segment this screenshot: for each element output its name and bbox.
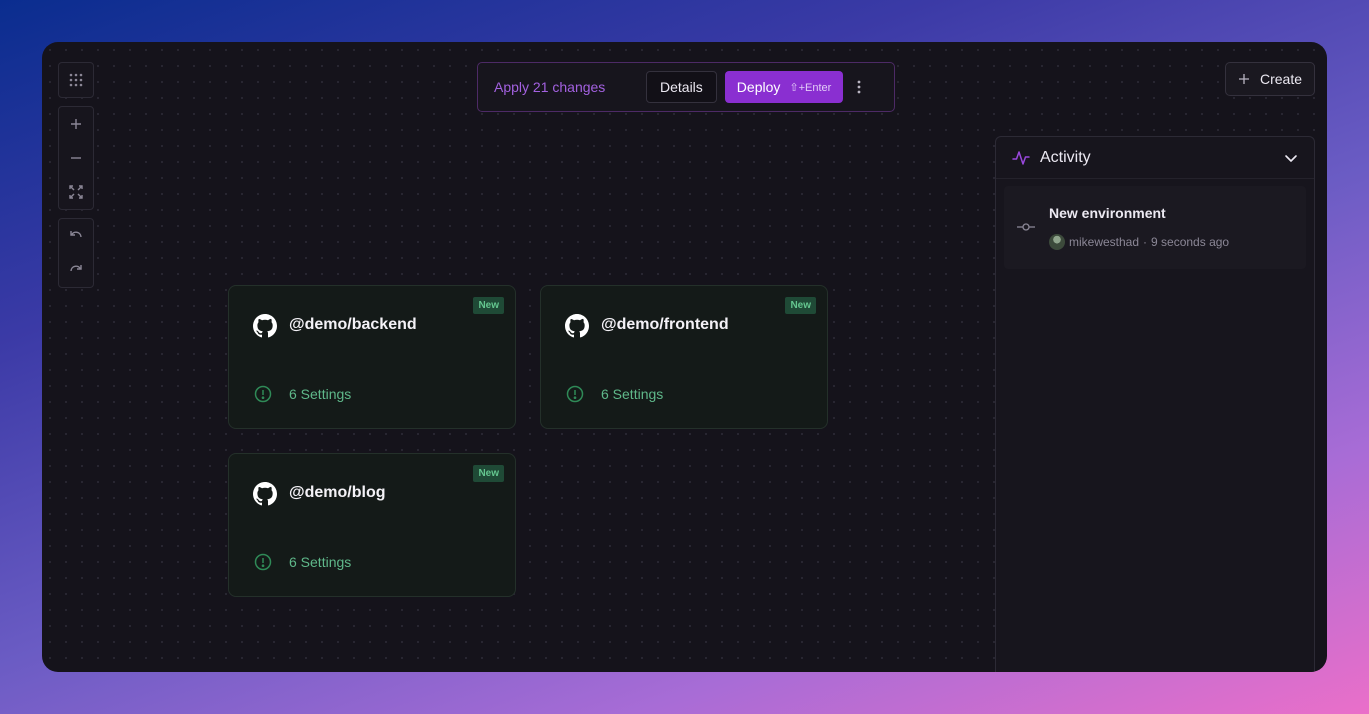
details-button-label: Details <box>660 79 703 95</box>
chevron-down-icon[interactable] <box>1284 151 1298 165</box>
service-name: @demo/backend <box>289 316 417 333</box>
apply-changes-label[interactable]: Apply 21 changes <box>494 79 644 95</box>
undo-icon <box>70 231 82 238</box>
more-options-button[interactable] <box>851 71 867 103</box>
new-badge: New <box>473 465 504 482</box>
activity-pulse-icon <box>1012 150 1030 165</box>
more-vertical-icon <box>857 80 861 94</box>
activity-item[interactable]: New environment mikewesthad · 9 seconds … <box>1004 186 1306 269</box>
zoom-out-button[interactable] <box>59 141 93 175</box>
service-card-blog[interactable]: New @demo/blog 6 Settings <box>228 453 516 597</box>
create-button-label: Create <box>1259 71 1302 87</box>
activity-item-time: 9 seconds ago <box>1151 235 1230 249</box>
create-button[interactable]: Create <box>1224 62 1315 96</box>
zoom-in-button[interactable] <box>59 107 93 141</box>
activity-item-user: mikewesthad <box>1069 235 1140 249</box>
service-settings-status: 6 Settings <box>601 386 664 402</box>
service-name: @demo/blog <box>289 484 386 501</box>
alert-circle-icon <box>254 553 272 571</box>
service-card-backend[interactable]: New @demo/backend 6 Settings <box>228 285 516 429</box>
service-card-frontend[interactable]: New @demo/frontend 6 Settings <box>540 285 828 429</box>
fit-view-icon <box>69 185 83 199</box>
undo-button[interactable] <box>59 219 93 253</box>
alert-circle-icon <box>254 385 272 403</box>
redo-icon <box>70 265 82 272</box>
meta-separator: · <box>1143 235 1148 249</box>
deploy-button-label: Deploy <box>736 79 781 95</box>
activity-header[interactable]: Activity <box>996 137 1314 179</box>
plus-icon <box>1238 74 1249 84</box>
github-icon <box>253 482 277 506</box>
service-settings-status: 6 Settings <box>289 386 352 402</box>
staged-changes-bar: Apply 21 changes Details Deploy ⇧+Enter <box>477 62 895 112</box>
toolbar-group-history <box>58 218 94 288</box>
github-icon <box>565 314 589 338</box>
new-badge: New <box>473 297 504 314</box>
github-icon <box>253 314 277 338</box>
alert-circle-icon <box>566 385 584 403</box>
details-button[interactable]: Details <box>646 71 717 103</box>
commit-icon <box>1017 223 1035 231</box>
toolbar-group-menu <box>58 62 94 98</box>
fit-view-button[interactable] <box>59 175 93 209</box>
service-name: @demo/frontend <box>601 316 729 333</box>
activity-item-title: New environment <box>1049 205 1166 221</box>
new-badge: New <box>785 297 816 314</box>
avatar <box>1049 234 1065 250</box>
deploy-button[interactable]: Deploy ⇧+Enter <box>724 71 844 103</box>
activity-item-meta: mikewesthad · 9 seconds ago <box>1049 234 1229 250</box>
activity-title: Activity <box>1040 148 1091 166</box>
deploy-shortcut-hint: ⇧+Enter <box>789 81 832 94</box>
canvas-window: Apply 21 changes Details Deploy ⇧+Enter … <box>42 42 1327 672</box>
service-settings-status: 6 Settings <box>289 554 352 570</box>
activity-panel: Activity New environment mikewesthad · 9… <box>995 136 1315 672</box>
zoom-in-icon <box>71 119 81 129</box>
grid-menu-button[interactable] <box>59 63 93 97</box>
grid-icon <box>69 73 83 87</box>
toolbar-group-zoom <box>58 106 94 210</box>
zoom-out-icon <box>71 157 81 159</box>
redo-button[interactable] <box>59 253 93 287</box>
